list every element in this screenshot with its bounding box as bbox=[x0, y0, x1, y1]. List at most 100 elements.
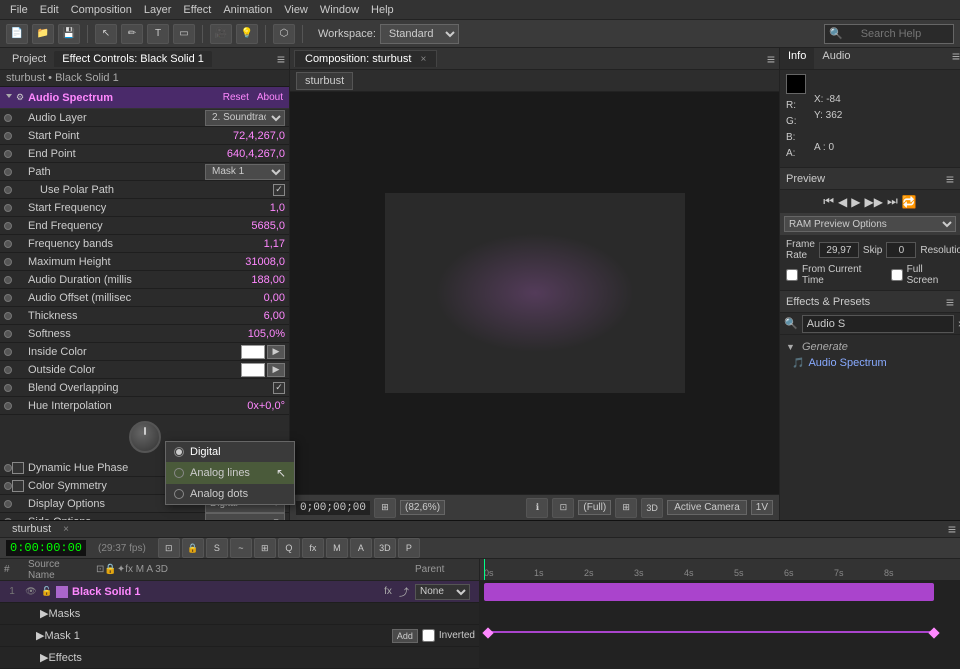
comp-ctrl-3d[interactable]: 3D bbox=[641, 498, 663, 518]
prop-value-end-freq[interactable]: 5685,0 bbox=[225, 220, 285, 232]
tl-btn-3d[interactable]: 3D bbox=[374, 538, 396, 558]
prop-value-max-height[interactable]: 31008,0 bbox=[225, 256, 285, 268]
layer-parent-select-1[interactable]: None bbox=[415, 584, 470, 600]
prop-stop-color-sym[interactable] bbox=[4, 482, 12, 490]
menu-file[interactable]: File bbox=[4, 4, 34, 16]
playhead[interactable] bbox=[484, 559, 485, 580]
effects-search-input[interactable] bbox=[802, 315, 954, 333]
toolbar-btn-camera[interactable]: 🎥 bbox=[210, 24, 232, 44]
tl-btn-collapse[interactable]: ⊞ bbox=[254, 538, 276, 558]
ram-dropdown[interactable]: RAM Preview Options bbox=[784, 216, 956, 232]
prop-stop-inside-color[interactable] bbox=[4, 348, 12, 356]
track-bar-1[interactable] bbox=[484, 583, 934, 601]
display-option-analog-dots[interactable]: Analog dots bbox=[166, 484, 294, 504]
comp-ctrl-region[interactable]: ⊡ bbox=[552, 498, 574, 518]
prop-dyn-hue-checkbox[interactable] bbox=[12, 462, 24, 474]
prop-stop-audio-off[interactable] bbox=[4, 294, 12, 302]
prop-stop-display[interactable] bbox=[4, 500, 12, 508]
prop-value-thickness[interactable]: 6,00 bbox=[225, 310, 285, 322]
preview-prev-btn[interactable]: ◀ bbox=[838, 195, 847, 209]
tl-btn-hide[interactable]: ⊡ bbox=[158, 538, 180, 558]
menu-layer[interactable]: Layer bbox=[138, 4, 178, 16]
category-arrow[interactable]: ▼ bbox=[786, 342, 795, 352]
prop-stop-max-height[interactable] bbox=[4, 258, 12, 266]
side-options-dropdown[interactable]: ▼ bbox=[205, 513, 285, 521]
preview-first-btn[interactable]: ⏮ bbox=[823, 194, 834, 209]
tl-btn-solo[interactable]: S bbox=[206, 538, 228, 558]
tab-audio[interactable]: Audio bbox=[814, 48, 858, 69]
tl-btn-adjust[interactable]: A bbox=[350, 538, 372, 558]
comp-quality-btn[interactable]: (Full) bbox=[578, 500, 611, 515]
workspace-select[interactable]: Standard All Panels Animation bbox=[380, 24, 459, 44]
timeline-tab[interactable]: sturbust bbox=[4, 521, 59, 537]
timeline-close[interactable]: × bbox=[63, 524, 69, 535]
tab-effect-controls[interactable]: Effect Controls: Black Solid 1 bbox=[54, 51, 212, 67]
menu-help[interactable]: Help bbox=[365, 4, 400, 16]
comp-ctrl-btn-snap[interactable]: ⊞ bbox=[374, 498, 396, 518]
prop-stop-hue[interactable] bbox=[4, 402, 12, 410]
effects-item-audio-spectrum[interactable]: 🎵 Audio Spectrum bbox=[780, 355, 960, 371]
prop-stop-start-point[interactable] bbox=[4, 132, 12, 140]
prop-stop-thickness[interactable] bbox=[4, 312, 12, 320]
help-search-input[interactable] bbox=[855, 24, 949, 44]
comp-ctrl-info[interactable]: ℹ bbox=[526, 498, 548, 518]
display-option-analog-lines[interactable]: Analog lines ↖ bbox=[166, 462, 294, 484]
effects-options[interactable]: ≡ bbox=[946, 294, 954, 310]
preview-loop-btn[interactable]: 🔁 bbox=[902, 195, 917, 209]
expand-effects[interactable]: ▶ bbox=[20, 651, 48, 664]
fr-input[interactable] bbox=[819, 242, 859, 258]
menu-effect[interactable]: Effect bbox=[177, 4, 217, 16]
prop-stop-end-freq[interactable] bbox=[4, 222, 12, 230]
comp-tab-close[interactable]: × bbox=[420, 54, 426, 65]
preview-play-btn[interactable]: ▶ bbox=[851, 195, 860, 209]
info-panel-options[interactable]: ≡ bbox=[952, 48, 960, 69]
layer-name-1[interactable]: Black Solid 1 bbox=[72, 586, 377, 598]
prop-value-start-point[interactable]: 72,4,267,0 bbox=[225, 130, 285, 142]
comp-zoom-btn[interactable]: (82,6%) bbox=[400, 500, 445, 515]
toolbar-btn-open[interactable]: 📁 bbox=[32, 24, 54, 44]
comp-inner-tab[interactable]: sturbust bbox=[296, 72, 353, 90]
skip-input[interactable] bbox=[886, 242, 916, 258]
layer-1-lock[interactable]: 🔓 bbox=[40, 585, 54, 599]
comp-ctrl-grid[interactable]: ⊞ bbox=[615, 498, 637, 518]
toolbar-btn-select[interactable]: ↖ bbox=[95, 24, 117, 44]
effect-about-btn[interactable]: About bbox=[257, 92, 283, 103]
prop-value-end-point[interactable]: 640,4,267,0 bbox=[225, 148, 285, 160]
prop-polar-checkbox[interactable]: ✓ bbox=[273, 184, 285, 196]
menu-view[interactable]: View bbox=[278, 4, 314, 16]
prop-stop-softness[interactable] bbox=[4, 330, 12, 338]
left-panel-options[interactable]: ≡ bbox=[277, 51, 285, 67]
timeline-timecode[interactable]: 0:00:00:00 bbox=[6, 540, 86, 556]
menu-animation[interactable]: Animation bbox=[217, 4, 278, 16]
preview-options[interactable]: ≡ bbox=[946, 171, 954, 187]
display-option-digital[interactable]: Digital bbox=[166, 442, 294, 462]
prop-value-freq-bands[interactable]: 1,17 bbox=[225, 238, 285, 250]
prop-stop-icon[interactable] bbox=[4, 114, 12, 122]
prop-stop-outside-color[interactable] bbox=[4, 366, 12, 374]
prop-stop-freq-bands[interactable] bbox=[4, 240, 12, 248]
prop-value-audio-dur[interactable]: 188,00 bbox=[225, 274, 285, 286]
prop-blend-checkbox[interactable]: ✓ bbox=[273, 382, 285, 394]
tl-btn-parent[interactable]: P bbox=[398, 538, 420, 558]
prop-value-softness[interactable]: 105,0% bbox=[225, 328, 285, 340]
toolbar-btn-pen[interactable]: ✏ bbox=[121, 24, 143, 44]
tab-project[interactable]: Project bbox=[4, 51, 54, 67]
prop-stop-polar[interactable] bbox=[4, 186, 12, 194]
toolbar-btn-puppet[interactable]: ⬡ bbox=[273, 24, 295, 44]
expand-mask1[interactable]: ▶ bbox=[32, 629, 44, 642]
prop-stop-end-point[interactable] bbox=[4, 150, 12, 158]
full-screen-checkbox[interactable] bbox=[891, 269, 903, 281]
layer-1-eye[interactable]: 👁 bbox=[24, 585, 38, 599]
effect-toggle[interactable] bbox=[6, 94, 12, 101]
prop-value-audio-off[interactable]: 0,00 bbox=[225, 292, 285, 304]
from-current-checkbox[interactable] bbox=[786, 269, 798, 281]
prop-stop-dyn-hue[interactable] bbox=[4, 464, 12, 472]
mask1-add-btn[interactable]: Add bbox=[392, 629, 418, 643]
inside-color-btn[interactable]: ▶ bbox=[267, 345, 285, 359]
comp-tab-sturbust[interactable]: Composition: sturbust × bbox=[294, 50, 437, 67]
tl-btn-lock[interactable]: 🔒 bbox=[182, 538, 204, 558]
menu-edit[interactable]: Edit bbox=[34, 4, 65, 16]
effect-reset-btn[interactable]: Reset bbox=[223, 92, 249, 103]
toolbar-btn-light[interactable]: 💡 bbox=[236, 24, 258, 44]
preview-next-btn[interactable]: ▶▶ bbox=[865, 195, 883, 209]
